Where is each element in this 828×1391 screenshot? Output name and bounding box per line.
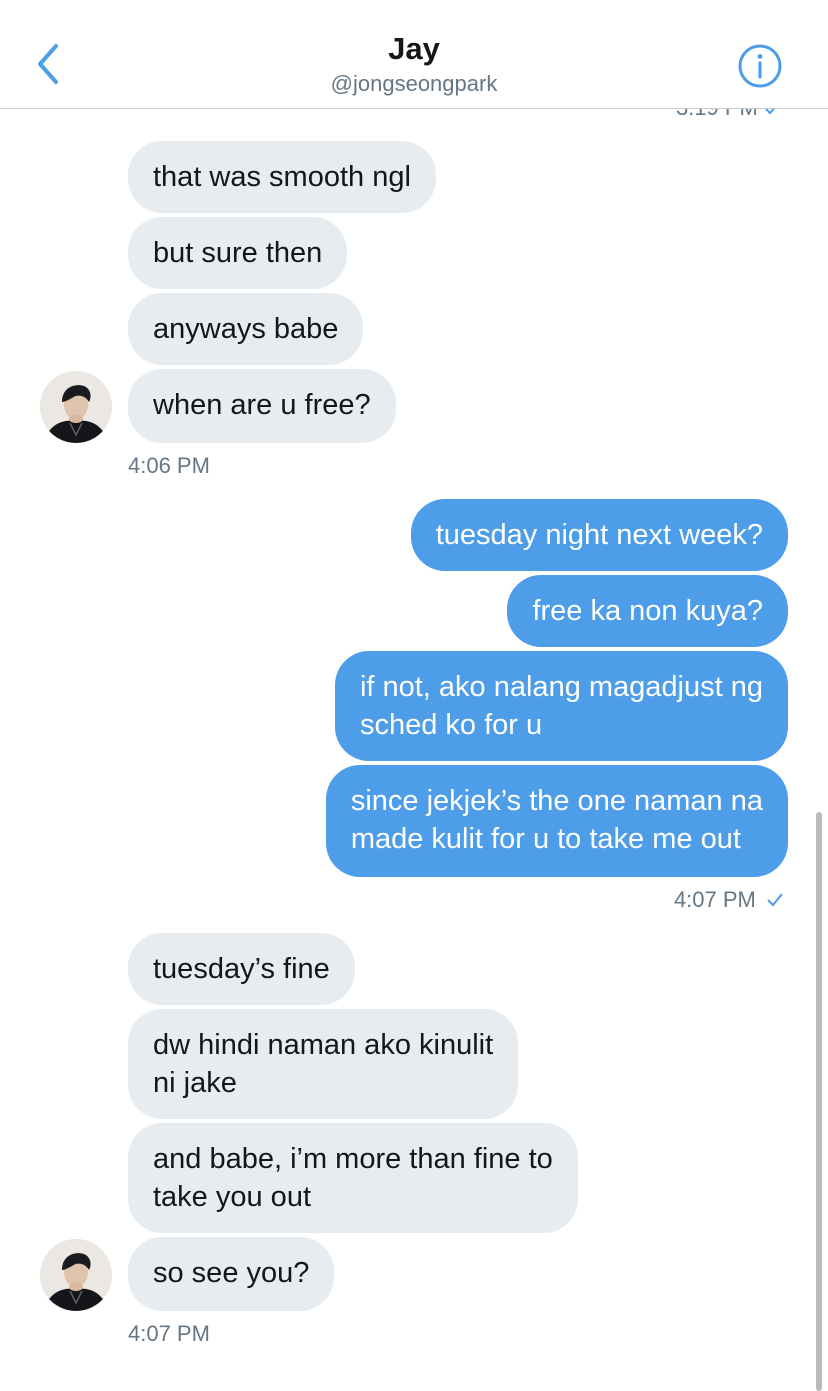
avatar-image (40, 371, 112, 443)
conversation-header: Jay @jongseongpark (0, 0, 828, 109)
message-timestamp: 4:07 PM (673, 887, 756, 912)
message-bubble-incoming[interactable]: tuesday’s fine (128, 933, 355, 1005)
message-bubble-incoming[interactable]: but sure then (128, 217, 348, 289)
message-bubble-incoming[interactable]: that was smooth ngl (128, 141, 436, 213)
avatar-image (40, 1239, 112, 1311)
clipped-timestamp-row: 3:19 PM (0, 109, 828, 123)
message-timestamp-outgoing: 4:07 PM (674, 886, 784, 914)
checkmark-icon (767, 893, 783, 907)
message-bubble-outgoing[interactable]: tuesday night next week? (410, 499, 788, 571)
clipped-timestamp-text: 3:19 PM (676, 109, 758, 120)
message-timestamp: 4:07 PM (128, 1321, 210, 1346)
info-button[interactable] (736, 42, 784, 90)
message-bubble-incoming[interactable]: anyways babe (128, 293, 364, 365)
message-timestamp: 4:06 PM (128, 453, 210, 478)
message-bubble-outgoing[interactable]: free ka non kuya? (507, 575, 788, 647)
checkmark-icon (765, 109, 776, 115)
scrollbar[interactable] (816, 812, 822, 1391)
info-circle-icon (738, 44, 782, 88)
message-bubble-outgoing[interactable]: if not, ako nalang magadjust ng sched ko… (334, 651, 788, 761)
avatar[interactable] (40, 1239, 112, 1311)
message-bubble-incoming[interactable]: and babe, i’m more than fine to take you… (128, 1123, 578, 1233)
avatar[interactable] (40, 371, 112, 443)
clipped-timestamp: 3:19 PM (676, 109, 780, 123)
message-bubble-incoming[interactable]: when are u free? (128, 369, 396, 443)
contact-handle: @jongseongpark (330, 71, 498, 96)
contact-name: Jay (388, 31, 440, 66)
message-bubble-outgoing[interactable]: since jekjek’s the one naman na made kul… (325, 765, 788, 877)
message-bubble-incoming[interactable]: dw hindi naman ako kinulit ni jake (128, 1009, 519, 1119)
message-bubble-incoming[interactable]: so see you? (128, 1237, 335, 1311)
